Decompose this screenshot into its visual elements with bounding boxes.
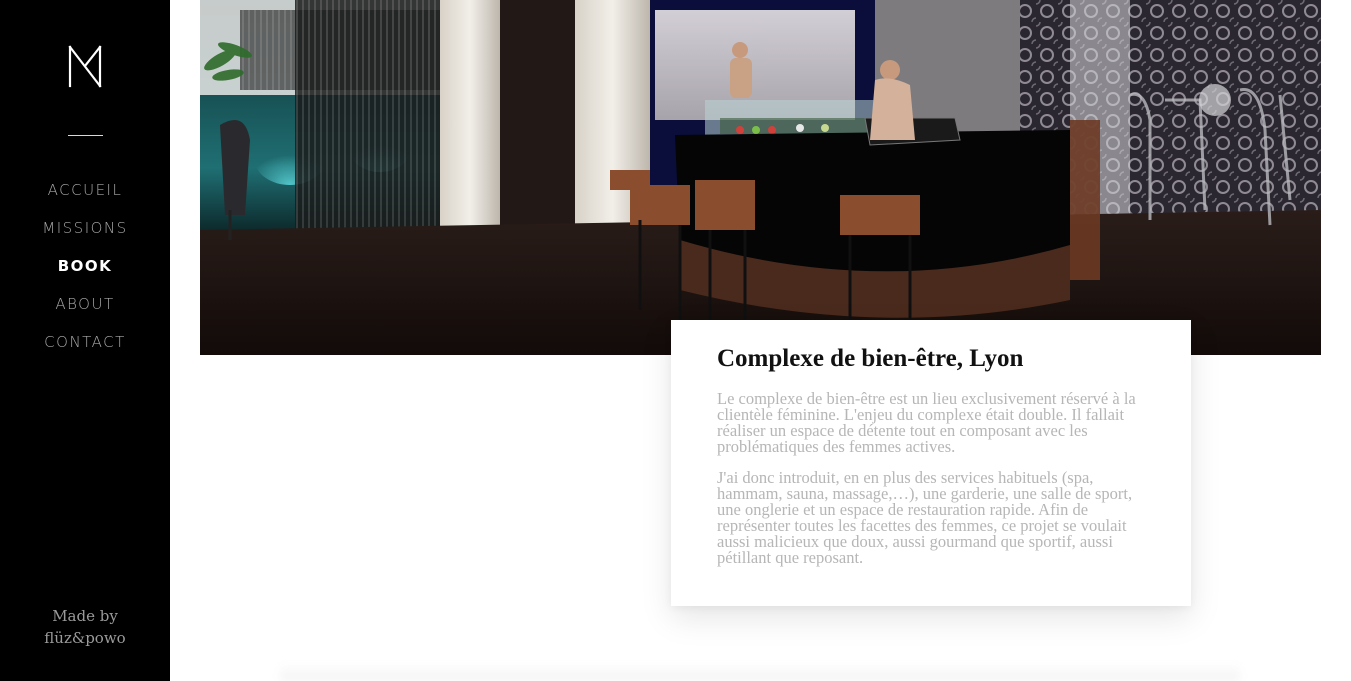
nav-item-accueil[interactable]: ACCUEIL — [0, 176, 170, 214]
nav-item-missions[interactable]: MISSIONS — [0, 214, 170, 252]
sidebar: ACCUEIL MISSIONS BOOK ABOUT CONTACT Made… — [0, 0, 170, 681]
credit-line-1: Made by — [52, 607, 118, 625]
next-section-edge — [280, 662, 1240, 681]
logo-divider — [68, 135, 103, 136]
project-title: Complexe de bien-être, Lyon — [717, 345, 1024, 372]
nav-item-book[interactable]: BOOK — [0, 252, 170, 290]
credit: Made by flüz&powo — [0, 605, 170, 649]
main-nav: ACCUEIL MISSIONS BOOK ABOUT CONTACT — [0, 176, 170, 366]
nav-item-about[interactable]: ABOUT — [0, 290, 170, 328]
nav-item-contact[interactable]: CONTACT — [0, 328, 170, 366]
project-paragraph-1: Le complexe de bien-être est un lieu exc… — [717, 389, 1136, 456]
logo-icon[interactable] — [67, 44, 103, 88]
project-hero-image — [200, 0, 1321, 355]
project-card: Complexe de bien-être, Lyon Le complexe … — [671, 320, 1191, 606]
credit-line-2[interactable]: flüz&powo — [0, 627, 170, 649]
project-paragraph-2: J'ai donc introduit, en en plus des serv… — [717, 468, 1133, 567]
